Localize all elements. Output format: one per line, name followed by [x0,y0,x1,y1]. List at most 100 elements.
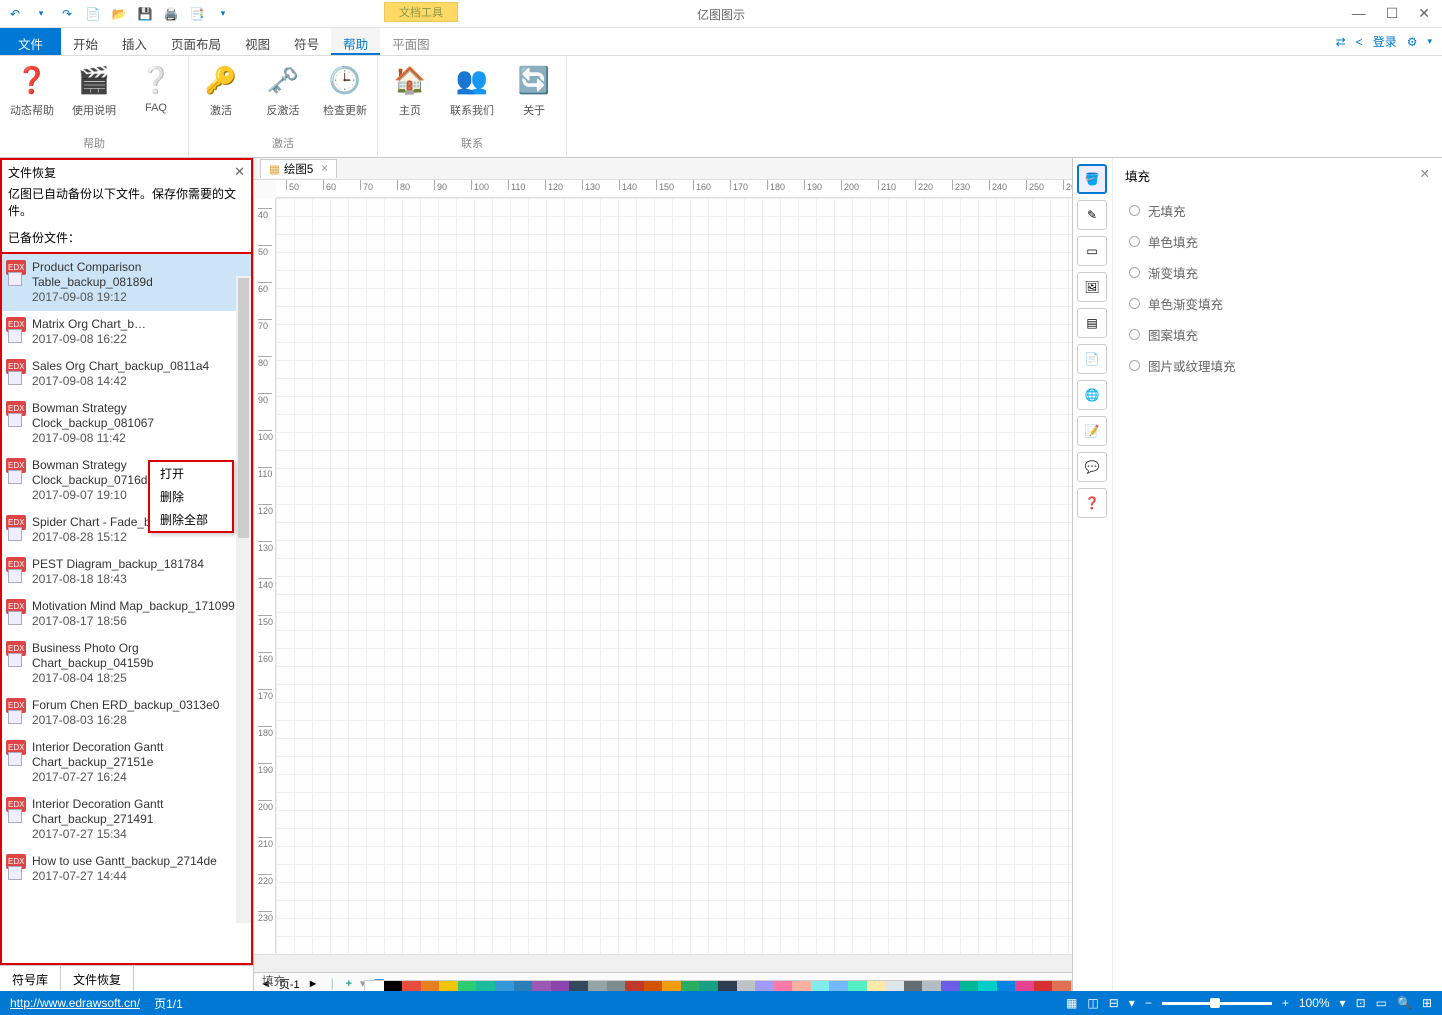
status-url[interactable]: http://www.edrawsoft.cn/ [10,996,140,1010]
menu-plan[interactable]: 平面图 [380,28,442,55]
drawing-canvas[interactable] [276,198,1072,954]
fill-option-3[interactable]: 单色渐变填充 [1125,288,1430,319]
ribbon-group-label: 激活 [197,135,369,153]
ftab-fill-icon[interactable]: 🪣 [1077,164,1107,194]
menu-insert[interactable]: 插入 [110,28,159,55]
tab-symbol-library[interactable]: 符号库 [0,966,61,994]
ruler-tick: 150 [656,180,674,190]
ctx-open[interactable]: 打开 [150,462,232,485]
menu-page-layout[interactable]: 页面布局 [159,28,233,55]
recovery-item-name: Sales Org Chart_backup_0811a4 [32,359,243,374]
fit-width-icon[interactable]: ▭ [1376,996,1387,1010]
recovery-scrollbar[interactable] [236,276,251,923]
recovery-item[interactable]: EDXInterior Decoration Gantt Chart_backu… [2,791,251,848]
ribbon-btn-联系-0[interactable]: 🏠主页 [386,62,434,118]
maximize-button[interactable]: ☐ [1386,5,1399,22]
ribbon-btn-帮助-0[interactable]: ❓动态帮助 [8,62,56,118]
recovery-close-button[interactable]: ✕ [234,164,245,181]
fill-option-label: 图片或纹理填充 [1148,356,1236,375]
document-tab[interactable]: ▦ 绘图5 × [260,159,337,178]
ruler-tick: 170 [730,180,748,190]
undo-dropdown-icon[interactable]: ▾ [32,5,50,23]
view-mode-2-icon[interactable]: ◫ [1087,996,1098,1010]
settings-gear-icon[interactable]: ⚙ [1407,35,1418,49]
fill-option-5[interactable]: 图片或纹理填充 [1125,350,1430,381]
login-link[interactable]: 登录 [1373,33,1397,50]
close-button[interactable]: ✕ [1418,5,1430,22]
file-thumb-icon [8,371,22,385]
qat-dropdown-icon[interactable]: ▾ [214,5,232,23]
fill-option-2[interactable]: 渐变填充 [1125,257,1430,288]
ftab-comment-icon[interactable]: 💬 [1077,452,1107,482]
recovery-item[interactable]: EDXProduct Comparison Table_backup_08189… [2,254,251,311]
undo-icon[interactable]: ↶ [6,5,24,23]
view-mode-1-icon[interactable]: ▦ [1066,996,1077,1010]
ribbon-label: 反激活 [267,102,300,118]
ftab-line-icon[interactable]: ✎ [1077,200,1107,230]
ribbon-btn-帮助-2[interactable]: ❔FAQ [132,62,180,118]
ruler-vtick: 40 [258,208,272,220]
tab-file-recovery[interactable]: 文件恢复 [61,966,134,994]
ftab-globe-icon[interactable]: 🌐 [1077,380,1107,410]
ribbon-btn-激活-0[interactable]: 🔑激活 [197,62,245,118]
zoom-dropdown-icon[interactable]: ▾ [1340,996,1346,1010]
fill-panel-close-icon[interactable]: ✕ [1420,166,1430,185]
ftab-help-icon[interactable]: ❓ [1077,488,1107,518]
fit-page-icon[interactable]: ⊡ [1356,996,1366,1010]
ribbon-label: FAQ [145,102,167,114]
redo-icon[interactable]: ↷ [58,5,76,23]
settings-dropdown-icon[interactable]: ▾ [1427,36,1432,47]
recovery-item[interactable]: EDXHow to use Gantt_backup_2714de2017-07… [2,848,251,890]
minimize-button[interactable]: — [1352,5,1366,22]
horizontal-scrollbar[interactable] [254,954,1072,972]
ruler-tick: 260 [1063,180,1072,190]
recovery-item[interactable]: EDXMatrix Org Chart_b…2017-09-08 16:22 [2,311,251,353]
view-dropdown-icon[interactable]: ▾ [1129,996,1135,1010]
find-icon[interactable]: 🔍 [1397,996,1412,1010]
open-icon[interactable]: 📂 [110,5,128,23]
ftab-text-icon[interactable]: 📄 [1077,344,1107,374]
ftab-edit-icon[interactable]: 📝 [1077,416,1107,446]
ctx-delete[interactable]: 删除 [150,485,232,508]
page-nav-next-icon[interactable]: ► [308,978,319,990]
menu-start[interactable]: 开始 [61,28,110,55]
ctx-delete-all[interactable]: 删除全部 [150,508,232,531]
ribbon-btn-激活-1[interactable]: 🗝️反激活 [259,62,307,118]
zoom-slider[interactable] [1162,1002,1272,1005]
export-icon[interactable]: 📑 [188,5,206,23]
fill-option-4[interactable]: 图案填充 [1125,319,1430,350]
app-title: 亿图图示 [697,6,745,23]
print-icon[interactable]: 🖨️ [162,5,180,23]
recovery-item[interactable]: EDXBowman Strategy Clock_backup_08106720… [2,395,251,452]
page-add-icon[interactable]: + [346,978,352,990]
recovery-item[interactable]: EDXSales Org Chart_backup_0811a42017-09-… [2,353,251,395]
menu-file[interactable]: 文件 [0,28,61,55]
doc-tab-close-icon[interactable]: × [321,163,328,175]
fill-option-label: 渐变填充 [1148,263,1198,282]
recovery-item[interactable]: EDXForum Chen ERD_backup_0313e02017-08-0… [2,692,251,734]
menu-view[interactable]: 视图 [233,28,282,55]
recovery-item[interactable]: EDXInterior Decoration Gantt Chart_backu… [2,734,251,791]
ribbon-btn-帮助-1[interactable]: 🎬使用说明 [70,62,118,118]
save-icon[interactable]: 💾 [136,5,154,23]
fill-option-0[interactable]: 无填充 [1125,195,1430,226]
grid-icon[interactable]: ⊞ [1422,996,1432,1010]
view-mode-3-icon[interactable]: ⊟ [1109,996,1119,1010]
recovery-item[interactable]: EDXBusiness Photo Org Chart_backup_04159… [2,635,251,692]
new-icon[interactable]: 📄 [84,5,102,23]
menu-symbol[interactable]: 符号 [282,28,331,55]
ftab-picture-icon[interactable]: 🖼 [1077,272,1107,302]
feedback-icon[interactable]: ⇄ [1336,35,1346,49]
menu-help[interactable]: 帮助 [331,28,380,55]
ftab-layer-icon[interactable]: ▤ [1077,308,1107,338]
fill-option-1[interactable]: 单色填充 [1125,226,1430,257]
recovery-item[interactable]: EDXMotivation Mind Map_backup_1710992017… [2,593,251,635]
ftab-shadow-icon[interactable]: ▭ [1077,236,1107,266]
ribbon-btn-激活-2[interactable]: 🕒检查更新 [321,62,369,118]
zoom-in-button[interactable]: + [1282,996,1289,1010]
zoom-out-button[interactable]: − [1145,996,1152,1010]
ribbon-btn-联系-1[interactable]: 👥联系我们 [448,62,496,118]
recovery-item[interactable]: EDXPEST Diagram_backup_1817842017-08-18 … [2,551,251,593]
share-icon[interactable]: < [1356,35,1363,49]
ribbon-btn-联系-2[interactable]: 🔄关于 [510,62,558,118]
